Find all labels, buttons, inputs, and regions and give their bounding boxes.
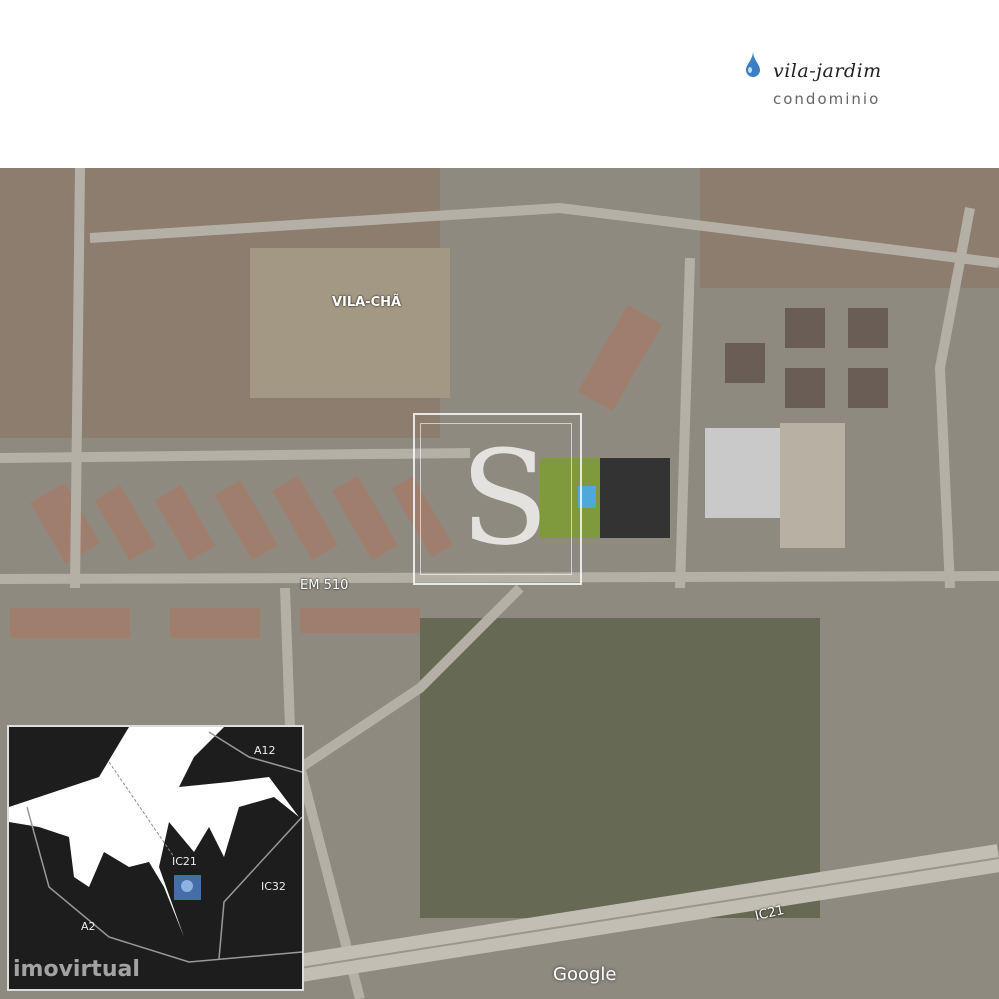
logo-subtitle: condominio [773,90,881,108]
inset-label-a2: A2 [81,920,96,933]
google-attribution: Google [553,964,617,985]
logo-name: vila-jardim [773,60,882,82]
inset-map-features [9,727,302,989]
inset-label-ic32: IC32 [261,880,286,893]
water-drop-icon [746,51,760,77]
inset-map: A12 IC21 IC32 A2 imovirtual [7,725,304,991]
vila-jardim-logo: vila-jardim condominio [745,50,925,115]
aerial-map[interactable]: VILA-CHÃ EM 510 IC21 S Google A12 IC21 I… [0,168,999,999]
header: vila-jardim condominio [0,0,999,168]
label-em-510: EM 510 [300,578,349,593]
inset-label-ic21: IC21 [172,855,197,868]
site-marker-s: S [460,422,550,574]
imovirtual-watermark: imovirtual [13,957,140,982]
label-vila-cha: VILA-CHÃ [332,295,402,310]
inset-label-a12: A12 [254,744,276,757]
